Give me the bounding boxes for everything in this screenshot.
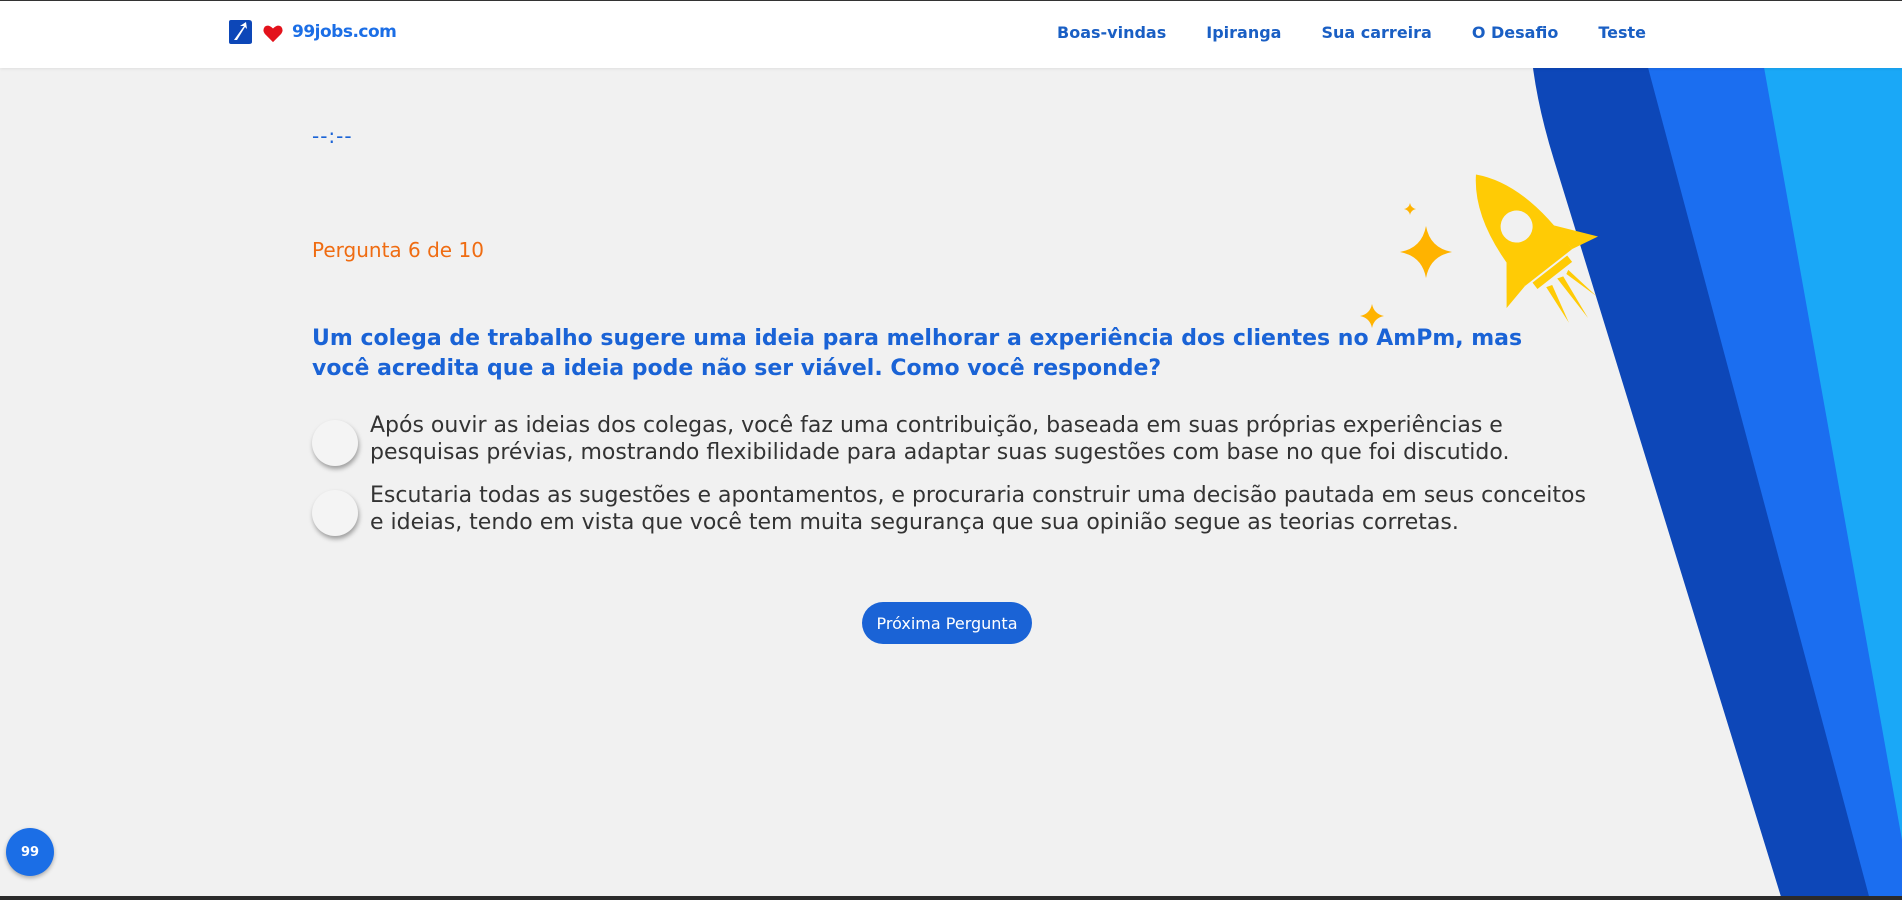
rocket-icon bbox=[1360, 174, 1599, 328]
bottom-border bbox=[0, 896, 1902, 900]
ipiranga-logo-icon bbox=[229, 20, 252, 44]
sparkle-tiny-icon bbox=[1404, 203, 1416, 215]
radio-button[interactable] bbox=[312, 490, 358, 536]
nav-item-ipiranga[interactable]: Ipiranga bbox=[1206, 23, 1281, 42]
answer-option-text: Escutaria todas as sugestões e apontamen… bbox=[370, 483, 1586, 535]
question-counter: Pergunta 6 de 10 bbox=[312, 238, 484, 262]
chat-fab-button[interactable]: 99 bbox=[6, 828, 54, 876]
answer-option-2[interactable]: Escutaria todas as sugestões e apontamen… bbox=[312, 482, 1592, 536]
nav-item-teste[interactable]: Teste bbox=[1598, 23, 1646, 42]
brand-name: 99jobs.com bbox=[292, 22, 397, 42]
heart-icon bbox=[263, 25, 283, 43]
main-nav: Boas-vindas Ipiranga Sua carreira O Desa… bbox=[1057, 23, 1646, 42]
next-question-button[interactable]: Próxima Pergunta bbox=[862, 602, 1032, 644]
nav-item-sua-carreira[interactable]: Sua carreira bbox=[1321, 23, 1431, 42]
radio-button[interactable] bbox=[312, 420, 358, 466]
question-text: Um colega de trabalho sugere uma ideia p… bbox=[312, 326, 1523, 381]
answer-option-text: Após ouvir as ideias dos colegas, você f… bbox=[370, 413, 1510, 465]
nav-item-o-desafio[interactable]: O Desafio bbox=[1472, 23, 1558, 42]
top-navbar: 99jobs.com Boas-vindas Ipiranga Sua carr… bbox=[0, 0, 1902, 68]
sparkle-large-icon bbox=[1400, 226, 1452, 278]
brand-logo[interactable]: 99jobs.com bbox=[226, 18, 397, 46]
answer-option-1[interactable]: Após ouvir as ideias dos colegas, você f… bbox=[312, 412, 1592, 466]
nav-item-boas-vindas[interactable]: Boas-vindas bbox=[1057, 23, 1166, 42]
quiz-timer: --:-- bbox=[312, 124, 353, 148]
